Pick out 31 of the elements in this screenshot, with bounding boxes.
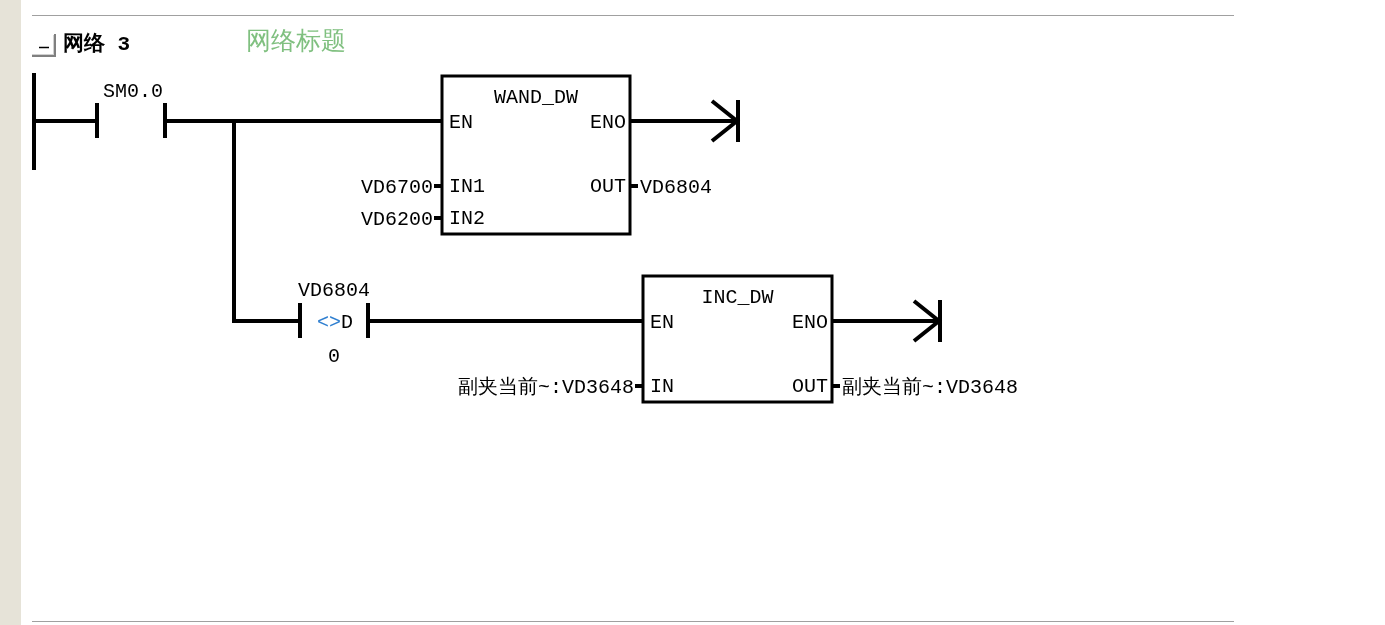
- pin-connector: [630, 184, 638, 188]
- pin-connector: [635, 384, 643, 388]
- pin-label: OUT: [590, 175, 626, 198]
- operand-label: VD6804: [640, 176, 712, 199]
- network-title: 网络标题: [246, 27, 346, 55]
- pin-connector: [434, 184, 442, 188]
- operand-label: 副夹当前~:VD3648: [458, 376, 634, 399]
- pin-connector: [434, 216, 442, 220]
- address-label: SM0.0: [103, 80, 163, 103]
- minus-icon[interactable]: [32, 33, 56, 57]
- compare-value: 0: [328, 345, 340, 368]
- contact-symbol: [95, 103, 167, 138]
- pin-label: IN2: [449, 207, 485, 230]
- pin-label: ENO: [792, 311, 828, 334]
- address-label: VD6804: [298, 279, 370, 302]
- network-label: 网络 3: [63, 33, 131, 57]
- pin-label: EN: [650, 311, 674, 334]
- pin-label: OUT: [792, 375, 828, 398]
- operand-label: 副夹当前~:VD3648: [842, 376, 1018, 399]
- contact-symbol: [298, 303, 370, 338]
- block-name: INC_DW: [701, 286, 774, 309]
- pin-connector: [832, 384, 840, 388]
- block-name: WAND_DW: [494, 86, 578, 109]
- pin-label: EN: [449, 111, 473, 134]
- pin-label: IN: [650, 375, 674, 398]
- pin-label: ENO: [590, 111, 626, 134]
- operand-label: VD6700: [361, 176, 433, 199]
- operand-label: VD6200: [361, 208, 433, 231]
- wire: [34, 119, 97, 123]
- pin-label: IN1: [449, 175, 485, 198]
- compare-operator: <>D: [317, 311, 353, 334]
